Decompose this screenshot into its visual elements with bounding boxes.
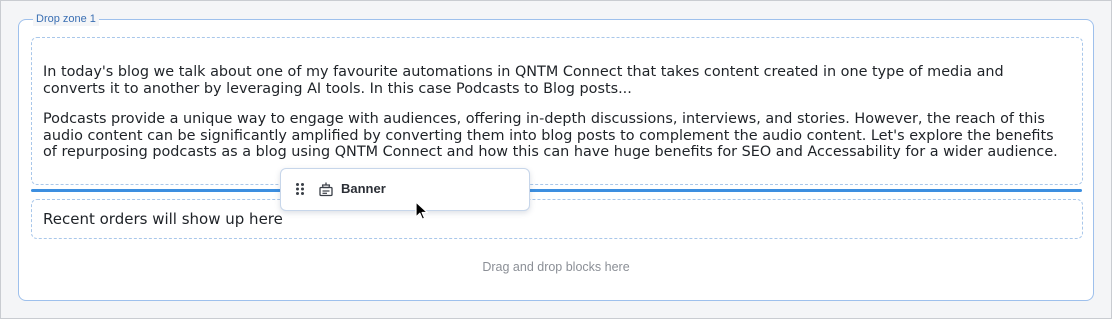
recent-orders-block[interactable]: Recent orders will show up here (31, 199, 1083, 239)
text-block-paragraph-1: In today's blog we talk about one of my … (43, 64, 1004, 97)
text-block-paragraph-2: Podcasts provide a unique way to engage … (43, 111, 1058, 160)
text-block[interactable]: In today's blog we talk about one of my … (31, 37, 1083, 185)
drop-indicator-line (31, 189, 1082, 192)
editor-canvas: Drop zone 1 In today's blog we talk abou… (0, 0, 1112, 319)
recent-orders-text: Recent orders will show up here (43, 210, 283, 228)
dragged-banner-block[interactable]: Banner (280, 168, 530, 211)
mouse-cursor-icon (415, 201, 428, 220)
drop-placeholder-text: Drag and drop blocks here (482, 260, 630, 274)
banner-icon (319, 182, 333, 197)
dragged-block-label: Banner (341, 181, 386, 196)
drag-handle-icon[interactable] (295, 182, 305, 196)
drop-zone-label: Drop zone 1 (33, 12, 99, 26)
